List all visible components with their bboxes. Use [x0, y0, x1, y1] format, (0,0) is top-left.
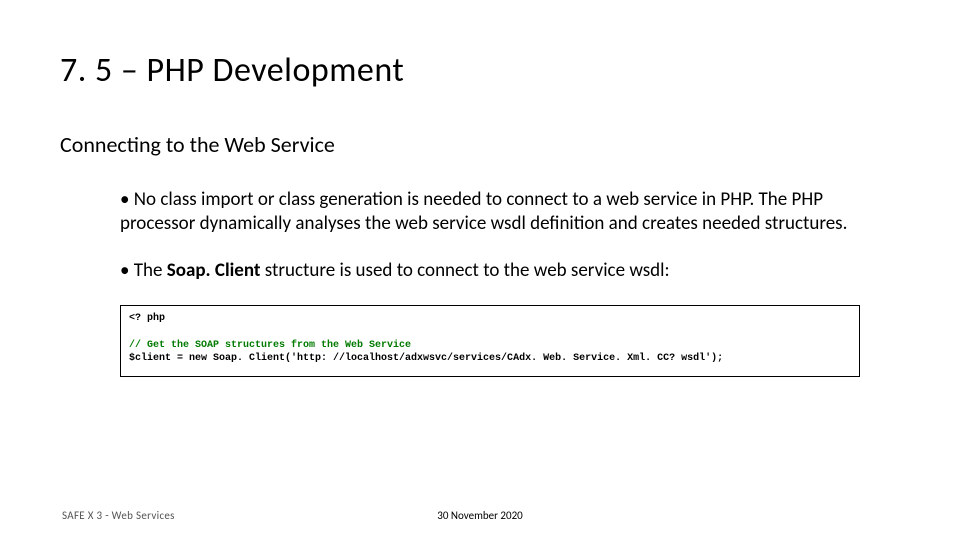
slide-title: 7. 5 – PHP Development	[60, 50, 900, 91]
slide-subtitle: Connecting to the Web Service	[60, 131, 900, 158]
code-line-3: // Get the SOAP structures from the Web …	[129, 340, 411, 351]
footer-date: 30 November 2020	[0, 509, 960, 522]
bullet-2: • The Soap. Client structure is used to …	[120, 259, 870, 283]
bullet-1-text: No class import or class generation is n…	[120, 188, 847, 235]
bullet-2-lead: The	[134, 259, 167, 282]
bullet-2-tail: structure is used to connect to the web …	[260, 259, 669, 282]
bullet-2-bold: Soap. Client	[167, 259, 261, 282]
bullet-1: • No class import or class generation is…	[120, 188, 870, 237]
code-block: <? php // Get the SOAP structures from t…	[120, 305, 860, 377]
bullet-marker: •	[120, 259, 134, 282]
slide: 7. 5 – PHP Development Connecting to the…	[0, 0, 960, 540]
code-line-1: <? php	[129, 313, 165, 324]
code-line-4: $client = new Soap. Client('http: //loca…	[129, 353, 723, 364]
bullet-marker: •	[120, 188, 134, 211]
body-content: • No class import or class generation is…	[60, 188, 900, 283]
